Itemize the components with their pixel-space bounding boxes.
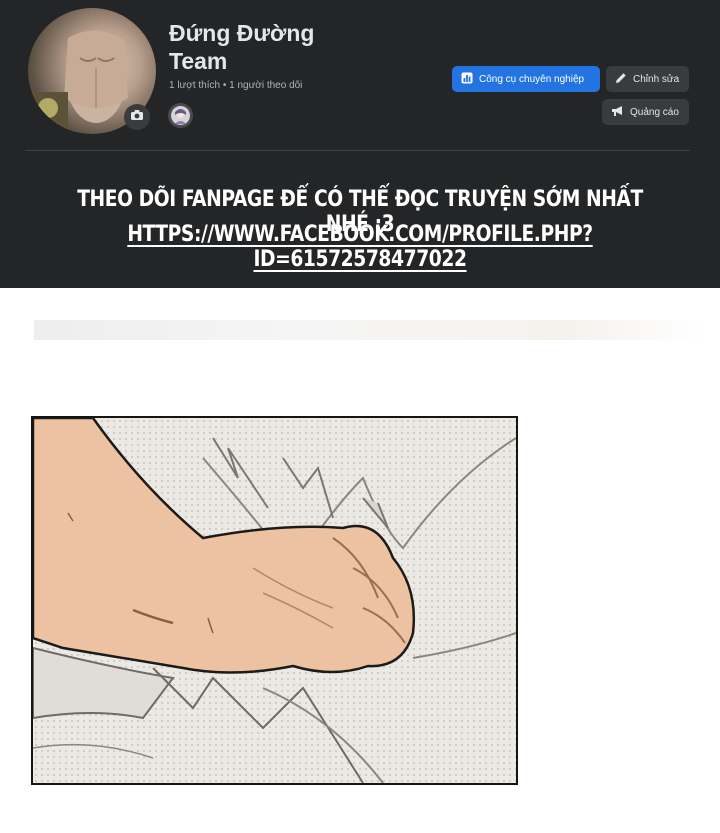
scan-artifact-strip [34,320,704,340]
fist-clenching-sheet-illustration [33,418,516,783]
follower-avatar-image [171,106,190,125]
fanpage-banner: Đứng Đường Team 1 lượt thích • 1 người t… [0,0,720,288]
change-photo-button[interactable] [124,104,150,130]
edit-button[interactable]: Chỉnh sửa [606,66,689,92]
ads-label: Quảng cáo [630,106,679,118]
ads-button[interactable]: Quảng cáo [602,99,689,125]
megaphone-icon [611,105,624,120]
camera-icon [130,108,144,126]
professional-tools-label: Công cụ chuyên nghiệp [479,73,585,85]
follower-avatar[interactable] [168,103,193,128]
edit-label: Chỉnh sửa [633,73,680,85]
page-name[interactable]: Đứng Đường Team [169,19,369,75]
comic-panel [31,416,518,785]
fanpage-link[interactable]: HTTPS://WWW.FACEBOOK.COM/PROFILE.PHP?ID=… [54,222,666,272]
pencil-icon [615,72,627,87]
banner-divider [25,150,690,151]
professional-tools-button[interactable]: Công cụ chuyên nghiệp [452,66,600,92]
page-stats[interactable]: 1 lượt thích • 1 người theo dõi [169,80,302,91]
bar-chart-icon [461,72,473,87]
